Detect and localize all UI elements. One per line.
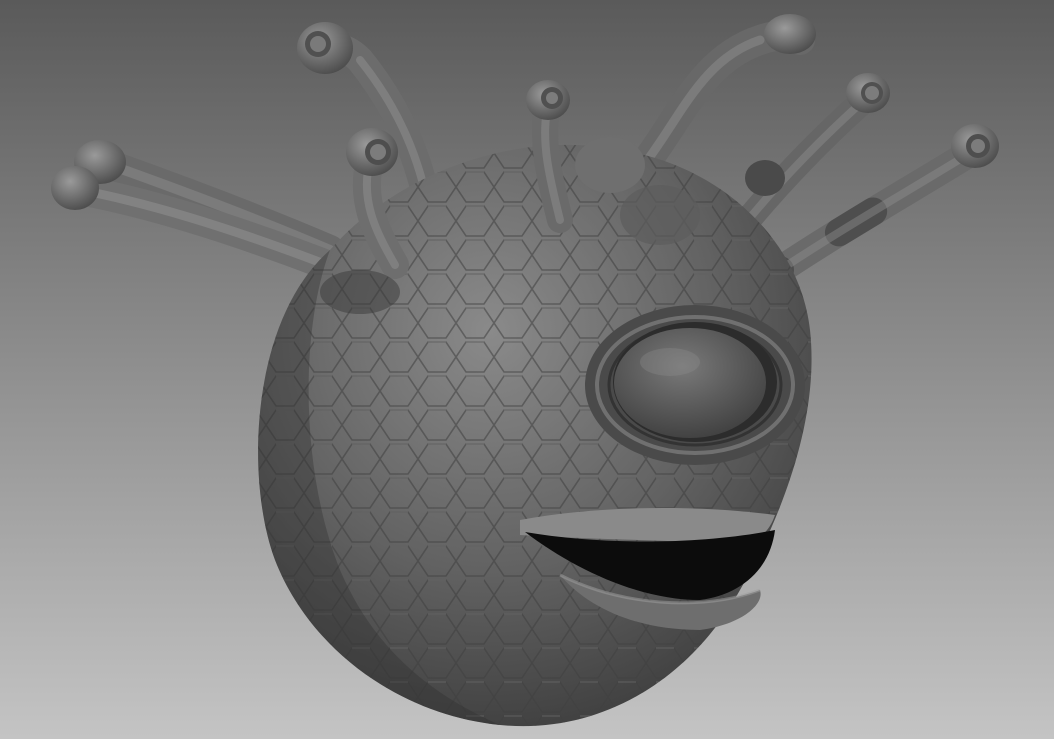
eyestalk-hidden-nub	[745, 160, 785, 196]
eyeball-icon	[614, 328, 766, 438]
brow-bump	[575, 137, 645, 193]
central-eye	[585, 305, 805, 465]
sculpt-render	[0, 0, 1054, 739]
viewport-canvas[interactable]	[0, 0, 1054, 739]
stalk-eye-icon	[51, 166, 99, 210]
stalk-eye-icon	[764, 14, 816, 54]
